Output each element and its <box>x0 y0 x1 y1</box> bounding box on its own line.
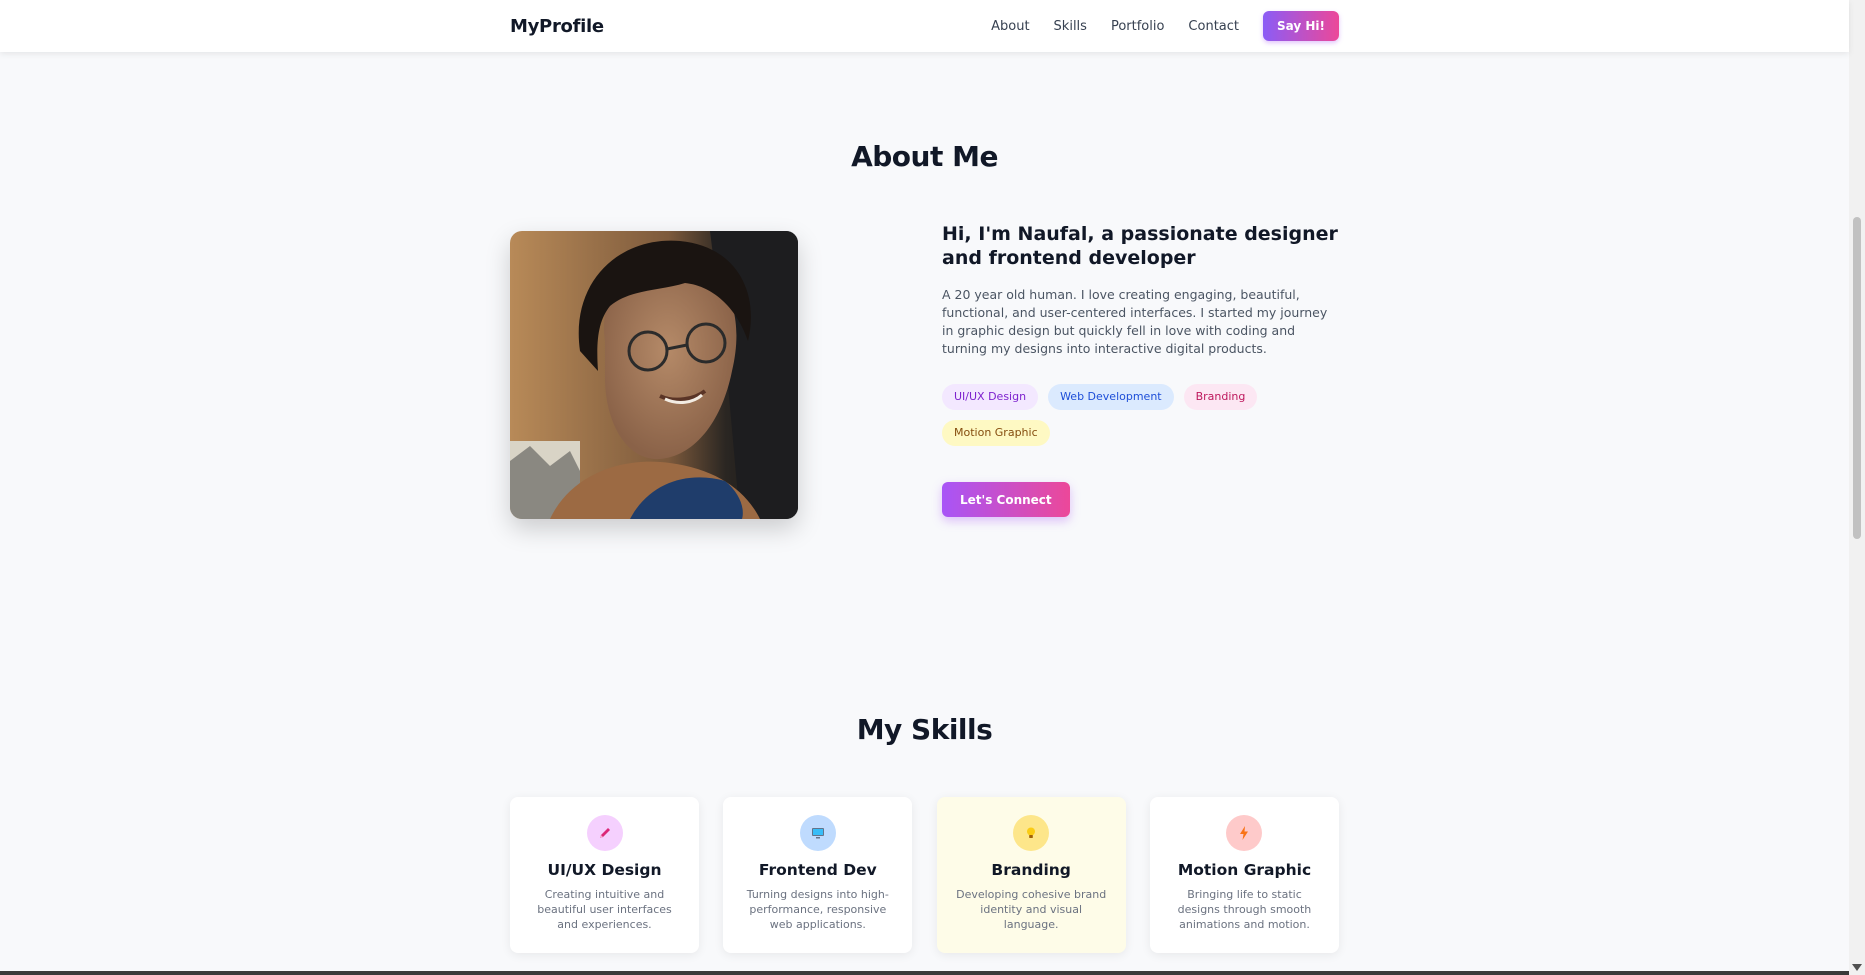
lightbulb-icon <box>1013 815 1050 851</box>
tag-ui-ux-design: UI/UX Design <box>942 384 1039 410</box>
vertical-scrollbar[interactable] <box>1849 0 1865 975</box>
skill-card-motion: Motion Graphic Bringing life to static d… <box>1149 797 1339 953</box>
computer-icon <box>799 815 836 851</box>
skill-name: Frontend Dev <box>758 861 877 879</box>
say-hi-button[interactable]: Say Hi! <box>1263 11 1339 41</box>
lightning-icon <box>1226 815 1263 851</box>
about-section-title: About Me <box>851 140 998 173</box>
skill-name: Motion Graphic <box>1177 861 1312 879</box>
skills-section-title: My Skills <box>856 713 993 746</box>
skill-name: Branding <box>991 861 1071 879</box>
nav-links: About Skills Portfolio Contact Say Hi! <box>991 11 1339 41</box>
skill-description: Developing cohesive brand identity and v… <box>956 888 1107 931</box>
tag-web-development: Web Development <box>1048 384 1174 410</box>
skill-card-branding: Branding Developing cohesive brand ident… <box>936 797 1126 953</box>
about-text: Hi, I'm Naufal, a passionate designer an… <box>942 222 1342 517</box>
lets-connect-button[interactable]: Let's Connect <box>942 482 1070 517</box>
navbar-inner: MyProfile About Skills Portfolio Contact… <box>510 0 1339 52</box>
skills-grid: UI/UX Design Creating intuitive and beau… <box>510 797 1339 953</box>
tag-branding: Branding <box>1183 384 1258 410</box>
skill-description: Creating intuitive and beautiful user in… <box>537 888 672 931</box>
nav-link-skills[interactable]: Skills <box>1054 19 1087 34</box>
profile-photo <box>510 231 798 519</box>
nav-link-contact[interactable]: Contact <box>1188 19 1239 34</box>
about-heading: Hi, I'm Naufal, a passionate designer an… <box>942 223 1338 269</box>
window-bottom-edge <box>0 971 1849 975</box>
skill-card-ui-ux: UI/UX Design Creating intuitive and beau… <box>510 797 699 953</box>
about-bio: A 20 year old human. I love creating eng… <box>942 287 1328 356</box>
page: MyProfile About Skills Portfolio Contact… <box>0 0 1865 975</box>
brand-logo[interactable]: MyProfile <box>510 16 604 37</box>
skill-description: Bringing life to static designs through … <box>1177 888 1312 931</box>
skill-description: Turning designs into high-performance, r… <box>746 888 889 931</box>
tag-motion-graphic: Motion Graphic <box>942 420 1050 446</box>
skill-name: UI/UX Design <box>547 861 662 879</box>
scrollbar-thumb[interactable] <box>1853 217 1861 539</box>
tag-list: UI/UX Design Web Development Branding Mo… <box>942 384 1302 456</box>
scroll-down-arrow-icon[interactable] <box>1852 964 1862 971</box>
nav-link-about[interactable]: About <box>991 19 1029 34</box>
nav-link-portfolio[interactable]: Portfolio <box>1111 19 1164 34</box>
navbar: MyProfile About Skills Portfolio Contact… <box>0 0 1849 52</box>
skill-card-frontend: Frontend Dev Turning designs into high-p… <box>723 797 913 953</box>
pencil-icon <box>586 815 623 851</box>
